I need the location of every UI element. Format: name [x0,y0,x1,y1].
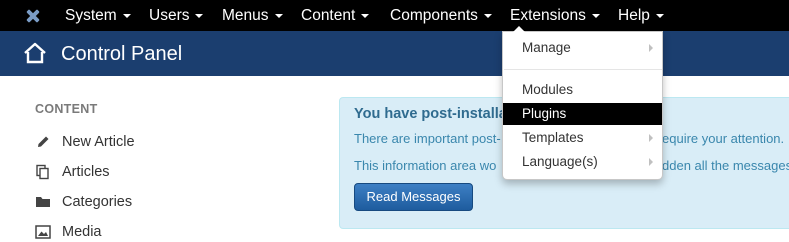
nav-system-label: System [65,7,117,24]
caret-down-icon [655,14,664,18]
copy-icon [36,164,49,180]
menu-item-label: Plugins [522,106,567,121]
caret-down-icon [483,14,492,18]
menu-item-manage[interactable]: Manage [503,37,662,59]
menu-item-label: Modules [522,82,574,97]
caret-down-icon [361,14,370,18]
top-navbar: System Users Menus Content Components Ex… [0,0,789,31]
caret-down-icon [122,14,131,18]
menu-item-label: Manage [522,40,571,55]
nav-content-label: Content [301,7,356,24]
joomla-logo-icon[interactable] [24,7,42,25]
menu-item-languages[interactable]: Language(s) [503,151,662,173]
nav-menus-label: Menus [222,7,269,24]
menu-item-label: Templates [522,130,584,145]
extensions-dropdown-menu: Manage Modules Plugins Templates Languag… [502,26,663,180]
nav-content[interactable]: Content [301,0,370,31]
menu-item-plugins[interactable]: Plugins [503,103,662,125]
home-icon [24,42,46,64]
nav-help[interactable]: Help [618,0,664,31]
caret-down-icon [195,14,204,18]
image-icon [35,225,51,239]
sidebar-item-label: New Article [62,134,135,150]
nav-extensions-label: Extensions [510,7,586,24]
sidebar-item-label: Media [62,224,102,240]
alert-text-line1-start: There are important post- [354,131,501,146]
alert-text-line2-start: This information area wo [354,158,497,173]
sidebar-item-label: Categories [62,194,133,210]
nav-users-label: Users [149,7,190,24]
menu-divider [504,69,662,70]
alert-text-line1-end: equire your attention. [662,131,785,146]
submenu-arrow-icon [649,134,653,142]
caret-down-icon [591,14,600,18]
page-title: Control Panel [61,43,183,65]
alert-title: You have post-installa [354,106,507,122]
nav-help-label: Help [618,7,650,24]
nav-components[interactable]: Components [390,0,492,31]
alert-text-line2-end: dden all the messages [662,158,789,173]
sidebar-item-label: Articles [62,164,110,180]
menu-item-modules[interactable]: Modules [503,79,662,101]
folder-icon [36,197,50,207]
pencil-icon [38,136,49,147]
submenu-arrow-icon [649,44,653,52]
read-messages-button[interactable]: Read Messages [354,183,473,211]
caret-down-icon [274,14,283,18]
nav-components-label: Components [390,7,478,24]
nav-menus[interactable]: Menus [222,0,283,31]
sidebar-heading: CONTENT [35,102,98,116]
menu-item-templates[interactable]: Templates [503,127,662,149]
nav-system[interactable]: System [65,0,131,31]
menu-item-label: Language(s) [522,154,598,169]
nav-users[interactable]: Users [149,0,204,31]
submenu-arrow-icon [649,158,653,166]
